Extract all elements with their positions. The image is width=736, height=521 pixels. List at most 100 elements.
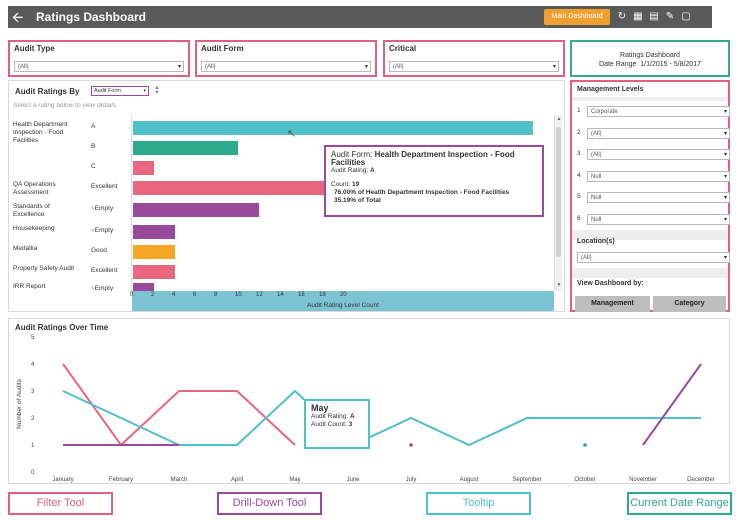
location-row: (All) ▾ [577,252,730,263]
level-select[interactable]: (All) ▾ [587,149,730,160]
scroll-down-icon[interactable]: ▼ [555,282,563,288]
series-line[interactable] [642,363,702,446]
management-level-row: 6 Null ▾ [577,213,730,225]
ratings-by-select[interactable]: Audit Form ▾ [91,86,149,96]
management-view-button[interactable]: Management [575,296,650,312]
rating-bar[interactable] [133,245,176,259]
refresh-icon[interactable]: ↻ [616,10,628,23]
chevron-down-icon: ▾ [723,152,727,158]
chevron-down-icon: ▾ [723,216,727,223]
y-tick-label: 0 [31,470,35,476]
scroll-up-icon[interactable]: ▲ [555,116,563,122]
bar-axis-tick: 8 [214,292,218,298]
chevron-down-icon: ▾ [177,64,181,70]
divider [572,268,728,278]
bar-rating-label: B [91,143,96,150]
x-tick-label: August [460,477,479,483]
bar-group-label: IRR Report [13,283,46,290]
rating-bar[interactable] [133,283,155,291]
bar-axis-tick: 12 [256,292,263,298]
bar-axis-tick: 20 [340,292,347,298]
x-tick-label: October [574,477,595,483]
rating-bar[interactable] [133,161,155,175]
series-point[interactable] [409,443,413,447]
y-tick-label: 2 [31,416,35,422]
view-by-title: View Dashboard by: [577,280,644,287]
rating-bar[interactable] [133,181,344,195]
rating-bar[interactable] [133,225,176,239]
x-tick-label: December [687,477,715,483]
edit-icon[interactable]: ✎ [664,10,676,23]
series-point[interactable] [583,443,587,447]
bar-rating-label: ~Empty [91,227,114,234]
audit-form-label: Audit Form [201,44,244,53]
spinner-icon[interactable]: ▲ ▼ [154,85,160,96]
document-icon[interactable]: ▤ [648,10,660,23]
bar-group-label: Standards of Excellence [13,203,50,218]
critical-label: Critical [389,44,417,53]
bar-axis-title: Audit Rating Level Count [307,302,379,309]
date-range-box: Ratings Dashboard Date Range 1/1/2015 - … [570,40,730,77]
x-tick-label: July [406,477,417,483]
series-line[interactable] [62,389,701,447]
rating-bar[interactable] [133,121,533,135]
x-tick-label: November [629,477,657,483]
bar-rating-label: ~Empty [91,205,114,212]
bar-x-axis: Audit Rating Level Count 0 2 4 6 8 10 12 14 16 18… [130,291,554,311]
level-number: 2 [577,128,581,136]
level-select[interactable]: Corporate ▾ [587,106,730,117]
management-level-row: 1 Corporate ▾ [577,106,730,117]
critical-select[interactable]: (All) ▾ [389,61,559,72]
x-tick-label: February [109,477,133,483]
ratings-scrollbar[interactable]: ▲ ▼ [554,115,562,291]
rating-bar[interactable] [133,203,260,217]
time-line-chart: Number of Audits 0 1 2 3 4 5 January February Mar… [16,335,715,483]
category-view-button[interactable]: Category [653,296,726,312]
level-number: 3 [577,150,581,157]
level-select[interactable]: Null ▾ [587,170,730,182]
audit-form-select[interactable]: (All) ▾ [201,61,371,72]
bar-group-label: QA Operations Assessment [13,181,56,196]
rating-bar[interactable] [133,265,176,279]
audit-type-label: Audit Type [14,44,55,53]
back-arrow-icon[interactable]: 🡨 [12,9,23,25]
x-tick-label: June [346,477,360,483]
x-tick-label: September [512,477,541,483]
audit-type-select[interactable]: (All) ▾ [14,61,184,72]
management-level-row: 2 (All) ▾ [577,127,730,139]
bar-rating-label: Good [91,247,107,254]
locations-title: Location(s) [577,238,615,245]
page-title: Ratings Dashboard [36,10,147,24]
bar-rating-label: C [91,163,96,170]
level-number: 1 [577,107,581,114]
rating-bar[interactable] [133,141,239,155]
chevron-down-icon: ▾ [723,130,727,137]
main-dashboard-button[interactable]: Main Dashboard [544,9,610,25]
x-tick-label: May [289,477,300,483]
bar-group-label: Medallia [13,245,38,252]
audit-type-filter: Audit Type (All) ▾ [8,40,190,77]
chevron-down-icon: ▾ [723,173,727,180]
chevron-down-icon: ▾ [723,109,727,115]
bar-axis-tick: 2 [151,292,155,298]
date-range-title: Ratings Dashboard [620,52,680,59]
calendar-icon[interactable]: ▦ [632,10,644,23]
cursor-icon: ↖ [287,128,297,140]
legend-drilldown-tool: Drill-Down Tool [217,492,322,515]
bar-rating-label: Excellent [91,267,118,274]
level-select[interactable]: Null ▾ [587,192,730,203]
ratings-by-title: Audit Ratings By [15,87,80,96]
bar-tooltip: Audit Form: Health Department Inspection… [324,145,544,217]
ratings-hint: Select a rating below to view details [13,102,116,109]
trash-icon[interactable]: ▢ [680,10,692,23]
chevron-down-icon: ▾ [552,64,556,70]
legend-tooltip: Tooltip [426,492,531,515]
chevron-down-icon: ▾ [723,255,727,261]
level-select[interactable]: (All) ▾ [587,127,730,139]
series-line[interactable] [62,363,296,447]
level-select[interactable]: Null ▾ [587,213,730,225]
location-select[interactable]: (All) ▾ [577,252,730,263]
level-number: 5 [577,193,581,200]
scroll-thumb[interactable] [556,127,561,257]
x-tick-label: March [171,477,188,483]
